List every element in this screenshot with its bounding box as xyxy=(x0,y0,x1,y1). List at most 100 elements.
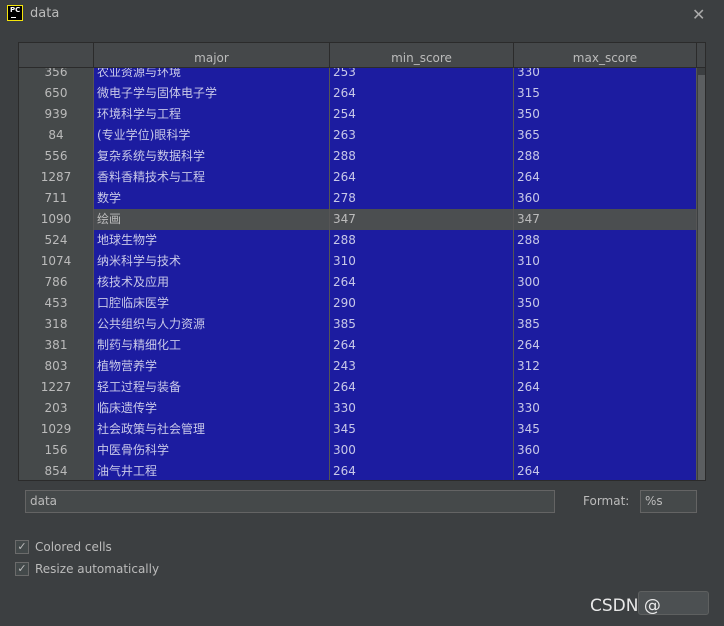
table-row[interactable]: 786 核技术及应用 264 300 xyxy=(19,272,697,293)
cell-major[interactable]: 植物营养学 xyxy=(94,356,330,377)
cell-min-score[interactable]: 345 xyxy=(330,419,514,440)
cell-max-score[interactable]: 330 xyxy=(514,398,697,419)
cell-major[interactable]: 绘画 xyxy=(94,209,330,230)
cell-max-score[interactable]: 345 xyxy=(514,419,697,440)
cell-major[interactable]: 社会政策与社会管理 xyxy=(94,419,330,440)
colored-cells-checkbox[interactable]: ✓ xyxy=(15,540,29,554)
row-index[interactable]: 1090 xyxy=(19,209,94,230)
table-row[interactable]: 939 环境科学与工程 254 350 xyxy=(19,104,697,125)
table-row[interactable]: 156 中医骨伤科学 300 360 xyxy=(19,440,697,461)
resize-automatically-checkbox[interactable]: ✓ xyxy=(15,562,29,576)
cell-min-score[interactable]: 263 xyxy=(330,125,514,146)
row-index[interactable]: 84 xyxy=(19,125,94,146)
row-index[interactable]: 1227 xyxy=(19,377,94,398)
close-icon[interactable]: ✕ xyxy=(692,5,705,24)
cell-max-score[interactable]: 288 xyxy=(514,146,697,167)
table-row[interactable]: 84 (专业学位)眼科学 263 365 xyxy=(19,125,697,146)
row-index[interactable]: 318 xyxy=(19,314,94,335)
scrollbar-thumb[interactable] xyxy=(698,75,705,480)
row-index[interactable]: 650 xyxy=(19,83,94,104)
table-row[interactable]: 711 数学 278 360 xyxy=(19,188,697,209)
cell-min-score[interactable]: 310 xyxy=(330,251,514,272)
cell-major[interactable]: 微电子学与固体电子学 xyxy=(94,83,330,104)
cell-max-score[interactable]: 385 xyxy=(514,314,697,335)
cell-min-score[interactable]: 264 xyxy=(330,167,514,188)
cell-major[interactable]: 制药与精细化工 xyxy=(94,335,330,356)
row-index[interactable]: 711 xyxy=(19,188,94,209)
cell-major[interactable]: 公共组织与人力资源 xyxy=(94,314,330,335)
table-row[interactable]: 524 地球生物学 288 288 xyxy=(19,230,697,251)
cell-major[interactable]: 临床遗传学 xyxy=(94,398,330,419)
row-index[interactable]: 156 xyxy=(19,440,94,461)
cell-major[interactable]: 纳米科学与技术 xyxy=(94,251,330,272)
column-header-major[interactable]: major xyxy=(94,43,330,68)
row-index[interactable]: 556 xyxy=(19,146,94,167)
cell-major[interactable]: 地球生物学 xyxy=(94,230,330,251)
cell-major[interactable]: 口腔临床医学 xyxy=(94,293,330,314)
table-row[interactable]: 1029 社会政策与社会管理 345 345 xyxy=(19,419,697,440)
column-header-max-score[interactable]: max_score xyxy=(514,43,697,68)
row-index[interactable]: 1287 xyxy=(19,167,94,188)
resize-automatically-label[interactable]: Resize automatically xyxy=(35,562,159,576)
row-index[interactable]: 1029 xyxy=(19,419,94,440)
cell-max-score[interactable]: 360 xyxy=(514,188,697,209)
cell-min-score[interactable]: 254 xyxy=(330,104,514,125)
colored-cells-label[interactable]: Colored cells xyxy=(35,540,112,554)
cell-min-score[interactable]: 264 xyxy=(330,335,514,356)
cell-max-score[interactable]: 264 xyxy=(514,335,697,356)
row-index[interactable]: 381 xyxy=(19,335,94,356)
cell-max-score[interactable]: 360 xyxy=(514,440,697,461)
row-index[interactable]: 786 xyxy=(19,272,94,293)
table-row[interactable]: 203 临床遗传学 330 330 xyxy=(19,398,697,419)
cell-min-score[interactable]: 243 xyxy=(330,356,514,377)
cell-major[interactable]: 环境科学与工程 xyxy=(94,104,330,125)
cell-major[interactable]: 数学 xyxy=(94,188,330,209)
table-row[interactable]: 453 口腔临床医学 290 350 xyxy=(19,293,697,314)
row-index[interactable]: 524 xyxy=(19,230,94,251)
cell-major[interactable]: (专业学位)眼科学 xyxy=(94,125,330,146)
cell-major[interactable]: 香料香精技术与工程 xyxy=(94,167,330,188)
cell-major[interactable]: 核技术及应用 xyxy=(94,272,330,293)
row-index[interactable]: 939 xyxy=(19,104,94,125)
cell-major[interactable]: 油气井工程 xyxy=(94,461,330,480)
row-index[interactable]: 854 xyxy=(19,461,94,480)
row-index[interactable]: 203 xyxy=(19,398,94,419)
table-row[interactable]: 1287 香料香精技术与工程 264 264 xyxy=(19,167,697,188)
cell-min-score[interactable]: 330 xyxy=(330,398,514,419)
table-row[interactable]: 1090 绘画 347 347 xyxy=(19,209,697,230)
cell-max-score[interactable]: 300 xyxy=(514,272,697,293)
cell-major[interactable]: 轻工过程与装备 xyxy=(94,377,330,398)
row-index[interactable]: 1074 xyxy=(19,251,94,272)
table-row[interactable]: 650 微电子学与固体电子学 264 315 xyxy=(19,83,697,104)
cell-max-score[interactable]: 264 xyxy=(514,167,697,188)
cell-min-score[interactable]: 264 xyxy=(330,377,514,398)
column-header-min-score[interactable]: min_score xyxy=(330,43,514,68)
cell-max-score[interactable]: 365 xyxy=(514,125,697,146)
cell-max-score[interactable]: 312 xyxy=(514,356,697,377)
cell-major[interactable]: 中医骨伤科学 xyxy=(94,440,330,461)
cell-min-score[interactable]: 264 xyxy=(330,272,514,293)
table-row[interactable]: 1227 轻工过程与装备 264 264 xyxy=(19,377,697,398)
cell-min-score[interactable]: 264 xyxy=(330,461,514,480)
format-input[interactable]: %s xyxy=(640,490,697,513)
expression-input[interactable]: data xyxy=(25,490,555,513)
table-row[interactable]: 381 制药与精细化工 264 264 xyxy=(19,335,697,356)
table-row[interactable]: 803 植物营养学 243 312 xyxy=(19,356,697,377)
table-row[interactable]: 556 复杂系统与数据科学 288 288 xyxy=(19,146,697,167)
cell-min-score[interactable]: 290 xyxy=(330,293,514,314)
cell-min-score[interactable]: 278 xyxy=(330,188,514,209)
cell-max-score[interactable]: 264 xyxy=(514,461,697,480)
cell-max-score[interactable]: 315 xyxy=(514,83,697,104)
cell-min-score[interactable]: 385 xyxy=(330,314,514,335)
cell-max-score[interactable]: 350 xyxy=(514,293,697,314)
vertical-scrollbar[interactable] xyxy=(697,69,705,480)
cell-min-score[interactable]: 264 xyxy=(330,83,514,104)
table-row[interactable]: 1074 纳米科学与技术 310 310 xyxy=(19,251,697,272)
row-index[interactable]: 803 xyxy=(19,356,94,377)
cell-max-score[interactable]: 310 xyxy=(514,251,697,272)
cell-min-score[interactable]: 288 xyxy=(330,146,514,167)
cell-max-score[interactable]: 350 xyxy=(514,104,697,125)
table-row[interactable]: 854 油气井工程 264 264 xyxy=(19,461,697,480)
cell-max-score[interactable]: 347 xyxy=(514,209,697,230)
cell-min-score[interactable]: 300 xyxy=(330,440,514,461)
